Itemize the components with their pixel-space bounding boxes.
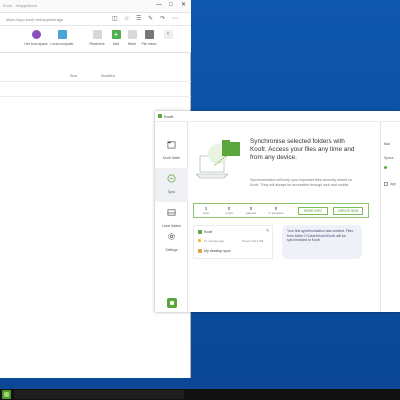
- more-info-button[interactable]: MORE INFO: [298, 207, 328, 215]
- sync-description: Synchronization will keep your important…: [250, 178, 353, 187]
- right-panel-space-label: Space: [384, 156, 394, 160]
- stat-paused: 0 paused: [246, 206, 256, 215]
- create-new-button[interactable]: CREATE NEW: [333, 207, 363, 215]
- more-menu-icon[interactable]: ⋯: [172, 16, 178, 23]
- right-panel: Koo Space App: [380, 122, 400, 312]
- address-input[interactable]: https://app.koofr.net/app/storage: [6, 17, 63, 22]
- maximize-icon[interactable]: □: [169, 2, 173, 9]
- sync-source-name: Koofr: [204, 230, 213, 234]
- sync-folder-card[interactable]: Koofr ✎ 11 minutes ago 8 items 93.2 KB M…: [193, 225, 273, 259]
- koofr-titlebar: Koofr: [155, 111, 400, 122]
- favorite-star-icon[interactable]: ☆: [124, 16, 129, 23]
- stat-sync: 1 sync: [202, 206, 210, 215]
- taskbar: [0, 389, 400, 400]
- nav-settings[interactable]: Settings: [155, 226, 188, 260]
- clock-icon: [198, 239, 201, 242]
- file-menu-button[interactable]: File menu: [136, 30, 162, 46]
- folder-icon: [167, 141, 176, 149]
- sync-time: 11 minutes ago: [204, 239, 225, 243]
- divider: [0, 81, 191, 82]
- collapse-button[interactable]: ‹: [163, 30, 173, 39]
- file-icon: [144, 30, 154, 39]
- koofr-taskbar-icon[interactable]: [2, 390, 11, 399]
- koofr-window-title: Koofr: [164, 114, 174, 119]
- koofr-sidebar: Koofr folder Sync Local folders Settings: [155, 122, 188, 312]
- favorites-hub-icon[interactable]: ☰: [136, 16, 141, 23]
- koofr-app-window: Koofr Koofr folder Sync Local folders Se…: [155, 111, 400, 312]
- local-computer-button[interactable]: Local computer: [49, 30, 75, 46]
- taskbar-strip: [14, 390, 184, 399]
- chevron-left-icon: ‹: [163, 30, 173, 39]
- space-icon: [31, 30, 41, 39]
- sync-main-panel: Synchronise selected folders with Koofr.…: [189, 122, 369, 312]
- computer-icon: [57, 30, 67, 39]
- stat-errors: 0 errors: [225, 206, 233, 215]
- file-list-header: Size Modified: [0, 74, 191, 80]
- notes-icon[interactable]: ✎: [148, 16, 153, 23]
- sync-item-count: 8 items 93.2 KB: [242, 239, 264, 243]
- sync-icon: [167, 174, 176, 183]
- browser-titlebar: Koofr - Mappfaktori — □ ✕: [0, 0, 191, 13]
- gear-icon: [168, 233, 175, 240]
- app-icon: [384, 182, 388, 186]
- right-panel-app-label[interactable]: App: [390, 182, 396, 186]
- sync-created-notice: Your first synchronization was created. …: [282, 225, 362, 259]
- right-panel-title: Koo: [384, 142, 391, 146]
- edit-icon[interactable]: ✎: [266, 228, 269, 233]
- koofr-source-icon: [198, 230, 202, 234]
- size-column-header[interactable]: Size: [70, 74, 77, 78]
- stat-in-progress: 0 in progress: [268, 206, 284, 215]
- koofr-web-toolbar: Get from space Local computer Receivers …: [0, 26, 191, 53]
- sync-stats-bar: 1 sync 0 errors 0 paused 0 in progress M…: [193, 203, 369, 218]
- address-bar: https://app.koofr.net/app/storage ◫ ☆ ☰ …: [0, 13, 191, 26]
- sync-heading: Synchronise selected folders with Koofr.…: [250, 138, 355, 161]
- close-icon[interactable]: ✕: [181, 2, 186, 9]
- sync-target-name: My desktop sync: [204, 249, 231, 253]
- reading-view-icon[interactable]: ◫: [112, 16, 118, 23]
- modified-column-header[interactable]: Modified: [101, 74, 115, 78]
- receivers-icon: [92, 30, 102, 39]
- drive-icon: [167, 209, 176, 216]
- space-indicator-icon: [384, 166, 387, 169]
- minimize-icon[interactable]: —: [156, 2, 162, 9]
- local-folder-icon: [198, 249, 202, 253]
- browser-tab-title[interactable]: Koofr - Mappfaktori: [3, 3, 37, 8]
- divider: [0, 96, 191, 97]
- koofr-brand-icon[interactable]: [167, 298, 177, 308]
- sync-illustration-icon: [196, 140, 240, 179]
- share-icon[interactable]: ↷: [160, 16, 165, 23]
- get-from-space-button[interactable]: Get from space: [23, 30, 49, 46]
- koofr-logo-icon: [158, 114, 162, 118]
- nav-sync[interactable]: Sync: [155, 168, 188, 202]
- nav-koofr-folder[interactable]: Koofr folder: [155, 134, 188, 168]
